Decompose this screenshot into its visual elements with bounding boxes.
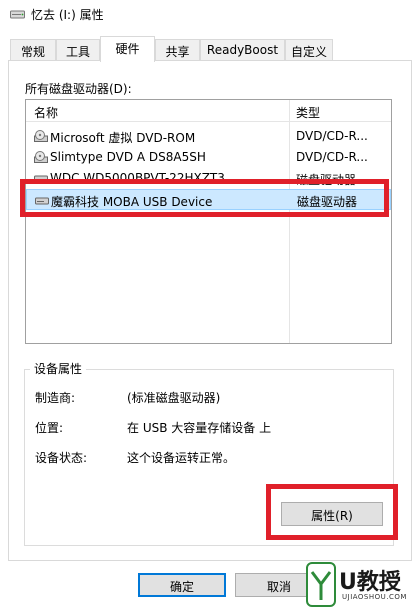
tab-customize[interactable]: 自定义 [285, 39, 333, 61]
column-header-name[interactable]: 名称 [34, 104, 58, 121]
status-label: 设备状态: [35, 451, 88, 465]
dvd-drive-icon [34, 151, 48, 163]
list-header: 名称 类型 [26, 100, 391, 343]
drive-type: DVD/CD-R... [296, 129, 368, 143]
window-title: 忆去 (I:) 属性 [31, 8, 104, 22]
status-value: 这个设备运转正常。 [127, 451, 236, 465]
tab-readyboost[interactable]: ReadyBoost [200, 39, 285, 61]
location-label: 位置: [35, 421, 64, 435]
manufacturer-value: (标准磁盘驱动器) [127, 391, 221, 405]
tab-strip: 常规 工具 硬件 共享 ReadyBoost 自定义 [0, 36, 419, 62]
watermark-logo-icon [306, 562, 336, 607]
drive-type: DVD/CD-R... [296, 150, 368, 164]
location-value: 在 USB 大容量存储设备 上 [127, 421, 272, 435]
watermark-site: UJIAOSHOU.COM [342, 593, 407, 601]
title-bar: 忆去 (I:) 属性 [0, 0, 419, 28]
drive-name: Microsoft 虚拟 DVD-ROM [50, 131, 196, 145]
watermark: U教授 UJIAOSHOU.COM [304, 560, 419, 609]
list-item[interactable]: Microsoft 虚拟 DVD-ROM DVD/CD-R... [26, 126, 391, 147]
highlight-box-properties [266, 484, 398, 540]
drives-list-label: 所有磁盘驱动器(D): [25, 82, 132, 96]
tab-tools[interactable]: 工具 [56, 39, 100, 61]
drives-list[interactable]: 名称 类型 Microsoft 虚拟 DVD-ROM DVD/CD-R... S… [25, 99, 392, 344]
highlight-box-selected-device [20, 179, 389, 217]
dvd-drive-icon [34, 130, 48, 142]
device-properties-label: 设备属性 [30, 360, 87, 377]
drive-name: Slimtype DVD A DS8A5SH [50, 150, 206, 164]
watermark-brand: U教授 [339, 570, 401, 595]
manufacturer-label: 制造商: [35, 391, 76, 405]
tab-general[interactable]: 常规 [10, 39, 56, 61]
tab-sharing[interactable]: 共享 [155, 39, 200, 61]
column-header-type[interactable]: 类型 [296, 104, 320, 121]
list-item[interactable]: Slimtype DVD A DS8A5SH DVD/CD-R... [26, 147, 391, 168]
ok-button[interactable]: 确定 [138, 573, 226, 597]
drive-icon [10, 10, 25, 19]
tab-hardware[interactable]: 硬件 [100, 36, 155, 62]
